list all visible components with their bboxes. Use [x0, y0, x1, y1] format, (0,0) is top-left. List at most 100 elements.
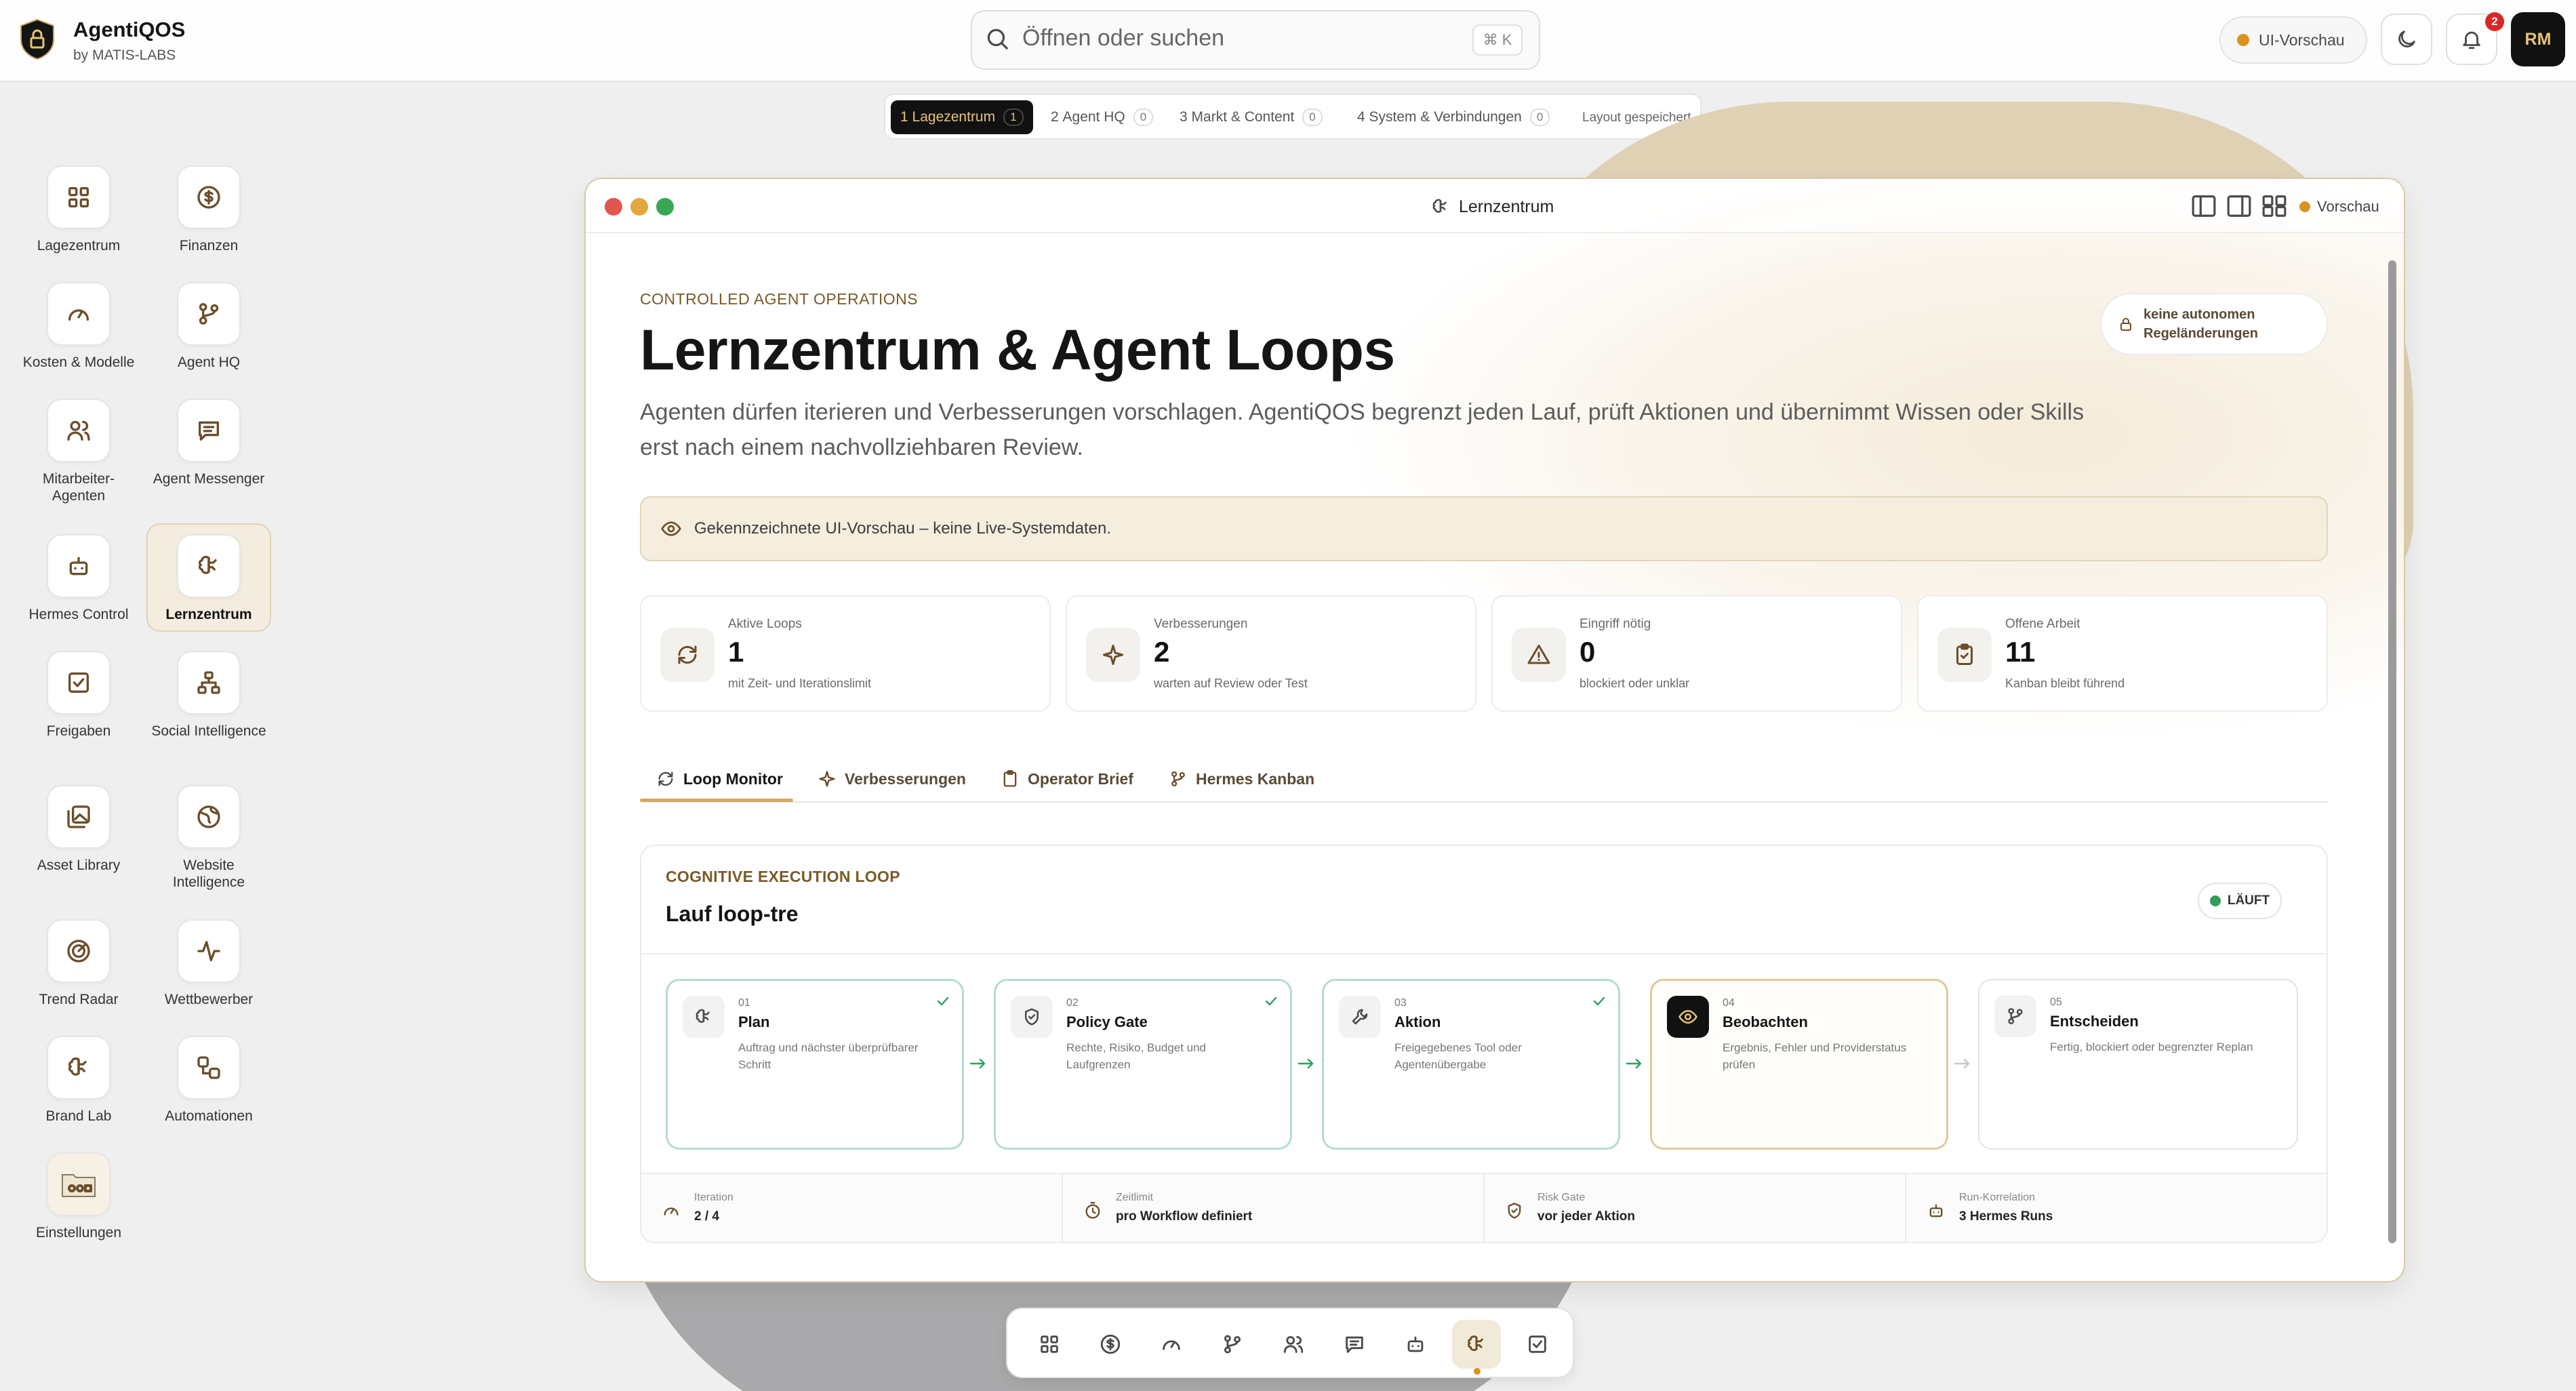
sidebar-item-lagezentrum[interactable]: Lagezentrum	[16, 165, 141, 254]
tab-operator-brief[interactable]: Operator Brief	[1001, 755, 1133, 803]
sidebar-item-freigaben[interactable]: Freigaben	[16, 651, 141, 740]
footer-label: Risk Gate	[1537, 1192, 1586, 1203]
loop-step-aktion[interactable]: 03 Aktion Freigegebenes Tool oder Agente…	[1322, 979, 1620, 1150]
step-description: Ergebnis, Fehler und Providerstatus prüf…	[1723, 1041, 1907, 1071]
footer-value: vor jeder Aktion	[1537, 1209, 1635, 1224]
step-description: Freigegebenes Tool oder Agentenübergabe	[1394, 1041, 1522, 1071]
check-icon	[1263, 993, 1279, 1009]
sidebar-item-label: Brand Lab	[45, 1108, 112, 1124]
sidebar-item-agent-hq[interactable]: Agent HQ	[146, 282, 271, 371]
step-number: 02	[1066, 997, 1079, 1009]
sidebar-item-label: Website Intelligence	[172, 858, 245, 891]
preview-notice-text: Gekennzeichnete UI-Vorschau – keine Live…	[694, 519, 1112, 538]
refresh-icon	[660, 628, 715, 682]
active-tab-indicator	[640, 799, 793, 802]
dock-lernzentrum[interactable]	[1452, 1320, 1501, 1369]
eye-icon	[1667, 996, 1709, 1038]
tab-label: Operator Brief	[1028, 769, 1133, 788]
close-window-button[interactable]	[605, 198, 622, 216]
notification-badge: 2	[2485, 12, 2504, 31]
layout-tab-agent-hq[interactable]: 2 Agent HQ 0	[1041, 100, 1163, 134]
check-icon	[935, 993, 951, 1009]
footer-label: Iteration	[694, 1192, 733, 1203]
dock-agent-hq[interactable]	[1208, 1320, 1257, 1369]
layout-grid-icon[interactable]	[2261, 194, 2287, 218]
users-icon	[1283, 1335, 1304, 1353]
sidebar-item-lernzentrum[interactable]: Lernzentrum	[146, 523, 271, 632]
sidebar-item-mitarbeiter-agenten[interactable]: Mitarbeiter-Agenten	[16, 399, 141, 504]
dollar-icon	[177, 165, 241, 229]
dock-active-indicator	[1474, 1368, 1481, 1375]
dock-kosten-modelle[interactable]	[1147, 1320, 1196, 1369]
ui-preview-badge[interactable]: UI-Vorschau	[2219, 16, 2367, 64]
shield-logo-icon[interactable]	[18, 18, 57, 61]
sidebar-item-finanzen[interactable]: Finanzen	[146, 165, 271, 254]
dock-lagezentrum[interactable]	[1025, 1320, 1074, 1369]
dock-finanzen[interactable]	[1086, 1320, 1135, 1369]
stat-value: 0	[1579, 636, 1596, 668]
tab-count: 0	[1133, 108, 1154, 126]
layout-split-left-icon[interactable]	[2191, 194, 2217, 218]
loop-step-beobachten[interactable]: 04 Beobachten Ergebnis, Fehler und Provi…	[1650, 979, 1948, 1150]
loop-step-plan[interactable]: 01 Plan Auftrag und nächster überprüfbar…	[666, 979, 964, 1150]
sidebar-item-brand-lab[interactable]: Brand Lab	[16, 1036, 141, 1125]
sidebar-item-trend-radar[interactable]: Trend Radar	[16, 919, 141, 1008]
tab-verbesserungen[interactable]: Verbesserungen	[818, 755, 966, 803]
sidebar-item-hermes-control[interactable]: Hermes Control	[16, 534, 141, 623]
tab-hermes-kanban[interactable]: Hermes Kanban	[1169, 755, 1314, 803]
sidebar-item-label: Hermes Control	[28, 607, 129, 622]
sidebar-item-label: Wettbewerber	[164, 992, 254, 1007]
dock-agent-messenger[interactable]	[1330, 1320, 1379, 1369]
dock-freigaben[interactable]	[1513, 1320, 1562, 1369]
step-title: Beobachten	[1723, 1013, 1808, 1030]
sidebar-item-social-intelligence[interactable]: Social Intelligence	[146, 651, 271, 740]
dock-mitarbeiter-agenten[interactable]	[1269, 1320, 1318, 1369]
scrollbar[interactable]	[2388, 260, 2396, 1243]
loop-step-entscheiden[interactable]: 05 Entscheiden Fertig, blockiert oder be…	[1978, 979, 2298, 1150]
policy-lock-line: Regeländerungen	[2144, 326, 2258, 341]
loop-kicker: COGNITIVE EXECUTION LOOP	[666, 868, 900, 885]
grid-icon	[47, 165, 110, 229]
maximize-window-button[interactable]	[656, 198, 674, 216]
sidebar-item-label: Freigaben	[46, 723, 111, 739]
sidebar-item-wettbewerber[interactable]: Wettbewerber	[146, 919, 271, 1008]
loop-step-policy-gate[interactable]: 02 Policy Gate Rechte, Risiko, Budget un…	[994, 979, 1292, 1150]
step-number: 04	[1723, 997, 1735, 1009]
theme-toggle-button[interactable]	[2381, 14, 2432, 65]
brain-icon	[1430, 197, 1451, 217]
refresh-icon	[656, 769, 675, 788]
dock-hermes-control[interactable]	[1391, 1320, 1440, 1369]
sidebar-item-website-intelligence[interactable]: Website Intelligence	[146, 785, 271, 891]
bell-icon	[2463, 31, 2480, 49]
folder-settings-icon	[47, 1152, 110, 1216]
layout-split-right-icon[interactable]	[2226, 194, 2252, 218]
grid-icon	[1041, 1335, 1058, 1353]
layout-tab-lagezentrum[interactable]: 1 Lagezentrum 1	[891, 100, 1033, 134]
step-number: 03	[1394, 997, 1407, 1009]
sidebar-item-asset-library[interactable]: Asset Library	[16, 785, 141, 874]
stat-subtext: warten auf Review oder Test	[1154, 677, 1308, 690]
status-dot	[2209, 895, 2221, 906]
window-title-label: Lernzentrum	[1459, 197, 1554, 216]
sidebar-item-kosten-modelle[interactable]: Kosten & Modelle	[16, 282, 141, 371]
footer-iteration: Iteration 2 / 4	[641, 1174, 1063, 1242]
layout-tab-markt-content[interactable]: 3 Markt & Content 0	[1170, 100, 1332, 134]
stat-card-intervention: Eingriff nötig 0 blockiert oder unklar	[1491, 595, 1902, 712]
tab-loop-monitor[interactable]: Loop Monitor	[656, 755, 783, 803]
policy-lock-text: keine autonomen Regeländerungen	[2144, 305, 2258, 343]
policy-lock-line: keine autonomen	[2144, 307, 2255, 322]
sidebar-item-automationen[interactable]: Automationen	[146, 1036, 271, 1125]
tab-label: System & Verbindungen	[1369, 109, 1522, 125]
bot-icon	[1407, 1336, 1424, 1352]
sidebar-item-einstellungen[interactable]: Einstellungen	[16, 1152, 141, 1241]
checkbox-icon	[1529, 1335, 1546, 1353]
sidebar-item-agent-messenger[interactable]: Agent Messenger	[146, 399, 271, 487]
window-preview-badge: Vorschau	[2299, 198, 2379, 216]
avatar[interactable]: RM	[2511, 12, 2565, 66]
dollar-icon	[1100, 1334, 1121, 1354]
stat-label: Offene Arbeit	[2005, 617, 2080, 631]
minimize-window-button[interactable]	[630, 198, 648, 216]
layout-tab-system-verbindungen[interactable]: 4 System & Verbindungen 0	[1348, 100, 1559, 134]
gauge-icon	[1163, 1340, 1180, 1350]
workflow-icon	[177, 1036, 241, 1100]
